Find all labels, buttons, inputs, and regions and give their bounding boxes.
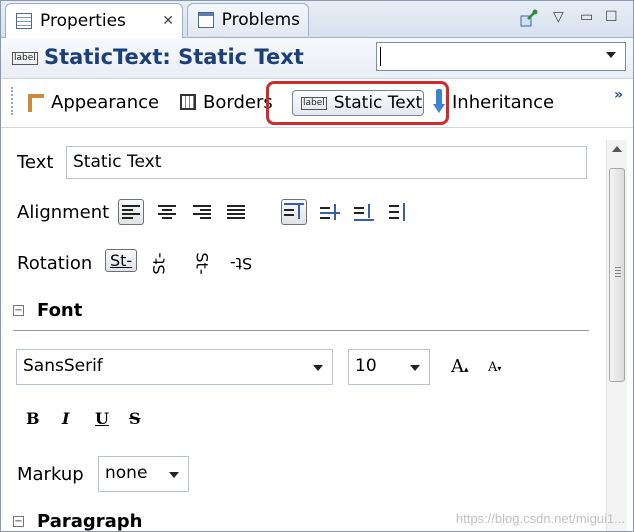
close-icon[interactable]: ✕ [162,13,174,29]
chevron-down-icon[interactable] [606,52,616,58]
align-right-icon [193,204,211,220]
align-justify-icon [227,204,245,220]
problems-icon [198,12,214,28]
selection-title-bar: label StaticText: Static Text [1,38,633,79]
font-size-select[interactable]: 10 [348,349,430,385]
more-tabs-icon[interactable]: » [614,87,623,103]
alignment-label: Alignment [17,202,110,223]
valign-middle-icon [320,203,340,221]
italic-button[interactable]: I [62,409,69,428]
tab-borders-label: Borders [203,91,273,113]
tab-problems[interactable]: Problems [187,3,309,36]
tab-appearance-label: Appearance [51,91,160,113]
maximize-icon[interactable]: ☐ [605,9,618,25]
borders-icon [180,94,196,110]
increase-arrow-icon: ▴ [464,365,469,375]
rotation-upside-down-button[interactable]: St- [230,254,252,273]
align-left-button[interactable] [118,199,144,225]
valign-bottom-icon [354,203,374,221]
rotation-right-button[interactable]: St- [193,252,212,274]
appearance-icon [26,92,44,112]
view-menu-icon[interactable]: ▽ [553,9,564,25]
chevron-down-icon [169,472,179,478]
grip-icon [615,267,621,279]
align-right-button[interactable] [189,199,215,225]
watermark: https://blog.csdn.net/migui1... [455,511,625,526]
tab-properties[interactable]: Properties ✕ [5,3,183,38]
properties-body: Text Static Text Alignment Rotation St- … [1,128,633,531]
decrease-font-icon: A [488,360,498,375]
pin-icon[interactable] [519,8,539,32]
label-icon: label [12,52,38,65]
increase-font-button[interactable]: A▴ [451,356,469,377]
element-selector-combo[interactable] [376,42,626,71]
valign-top-button[interactable] [281,199,307,225]
tab-inheritance-label: Inheritance [452,91,555,113]
page-title: StaticText: Static Text [44,45,304,69]
text-field[interactable]: Static Text [66,146,587,179]
text-caret [380,47,381,66]
tab-problems-label: Problems [221,10,300,30]
collapse-icon[interactable]: − [13,516,24,527]
properties-icon [16,13,32,29]
rotation-label: Rotation [17,253,93,274]
strikethrough-button[interactable]: S [129,409,141,428]
tab-properties-label: Properties [40,11,126,31]
font-family-select[interactable]: SansSerif [16,349,333,385]
minimize-icon[interactable]: ▭ [580,9,593,25]
increase-font-icon: A [451,356,464,377]
tab-inheritance[interactable]: Inheritance [433,88,554,116]
chevron-down-icon [410,365,420,371]
markup-label: Markup [17,464,84,485]
bold-button[interactable]: B [26,409,40,428]
valign-justify-button[interactable] [386,199,412,225]
markup-select[interactable]: none [98,456,189,492]
font-family-value: SansSerif [23,356,103,376]
tab-appearance[interactable]: Appearance [26,88,159,116]
valign-justify-icon [389,203,409,221]
paragraph-section-title: Paragraph [37,511,143,532]
align-justify-button[interactable] [223,199,249,225]
properties-view: Properties ✕ Problems ▽ ▭ ☐ label Static… [0,0,634,532]
decrease-arrow-icon: ▾ [497,364,502,373]
font-size-value: 10 [355,356,377,376]
rotation-left-button[interactable]: St- [150,252,169,274]
scroll-up-icon[interactable] [612,146,622,152]
align-center-icon [158,204,176,220]
markup-value: none [105,463,148,483]
section-divider [13,330,589,331]
rotation-none-button[interactable]: St- [105,249,138,272]
font-section-title: Font [37,300,83,321]
align-center-button[interactable] [154,199,180,225]
underline-button[interactable]: U [95,409,109,428]
collapse-icon[interactable]: − [13,305,24,316]
scroll-thumb[interactable] [609,168,625,382]
valign-bottom-button[interactable] [351,199,377,225]
chevron-down-icon [313,365,323,371]
decrease-font-button[interactable]: A▾ [488,360,501,375]
view-tab-bar: Properties ✕ Problems ▽ ▭ ☐ [1,1,633,38]
align-left-icon [122,204,140,220]
font-section-header[interactable]: − Font [13,300,617,331]
toolbar-grip [11,87,15,115]
valign-top-icon [284,203,304,221]
valign-middle-button[interactable] [317,199,343,225]
vertical-scrollbar[interactable] [606,140,627,531]
highlight-box [266,81,449,125]
text-label: Text [17,152,54,173]
tab-borders[interactable]: Borders [180,88,273,116]
